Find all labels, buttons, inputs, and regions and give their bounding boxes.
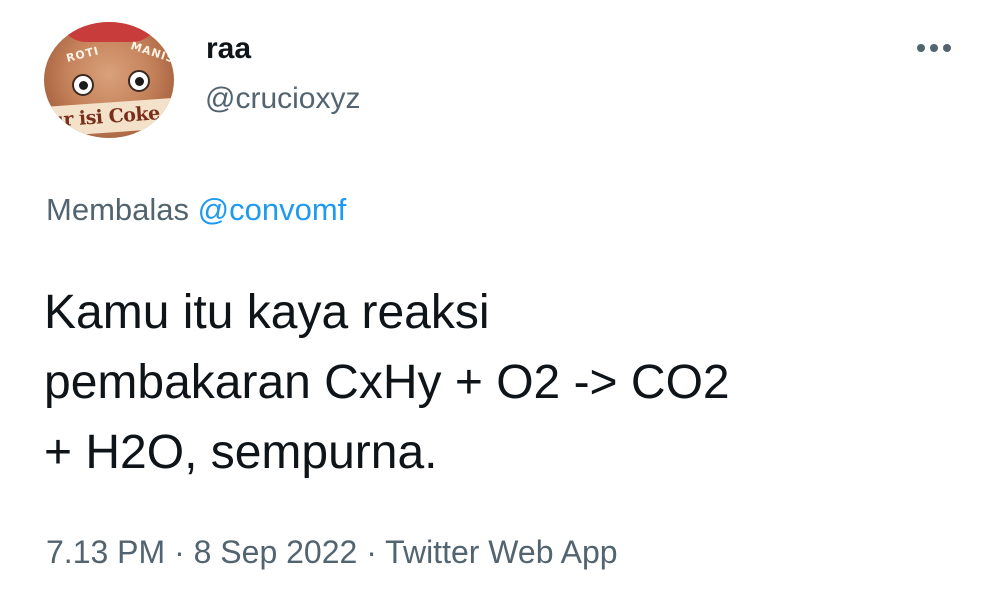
meta-separator: · <box>174 534 185 570</box>
avatar-eye <box>72 74 94 96</box>
more-horizontal-icon <box>943 44 951 52</box>
tweet-text: Kamu itu kaya reaksi pembakaran CxHy + O… <box>44 278 944 488</box>
tweet-text-line: + H2O, sempurna. <box>44 426 438 479</box>
tweet-meta: 7.13 PM · 8 Sep 2022 · Twitter Web App <box>46 534 618 571</box>
tweet-date[interactable]: 8 Sep 2022 <box>194 534 358 570</box>
reply-mention-link[interactable]: @convomf <box>198 192 347 227</box>
replying-to: Membalas @convomf <box>46 192 346 228</box>
more-horizontal-icon <box>917 44 925 52</box>
tweet-text-line: pembakaran CxHy + O2 -> CO2 <box>44 356 730 409</box>
meta-separator: · <box>366 534 377 570</box>
tweet-text-line: Kamu itu kaya reaksi <box>44 286 490 339</box>
more-options-button[interactable] <box>904 30 964 66</box>
author-handle[interactable]: @crucioxyz <box>205 82 360 116</box>
avatar-eye <box>128 70 150 92</box>
avatar-top-word: ROTI <box>64 44 101 65</box>
more-horizontal-icon <box>930 44 938 52</box>
avatar-cap-shape <box>60 22 158 42</box>
replying-to-label: Membalas <box>46 192 189 227</box>
tweet-source[interactable]: Twitter Web App <box>385 534 617 570</box>
avatar-top-word: MANIS <box>129 39 174 66</box>
tweet-time[interactable]: 7.13 PM <box>46 534 165 570</box>
author-display-name[interactable]: raa <box>206 32 251 66</box>
avatar[interactable]: ROTI MANIS ur isi Coke <box>44 22 174 138</box>
